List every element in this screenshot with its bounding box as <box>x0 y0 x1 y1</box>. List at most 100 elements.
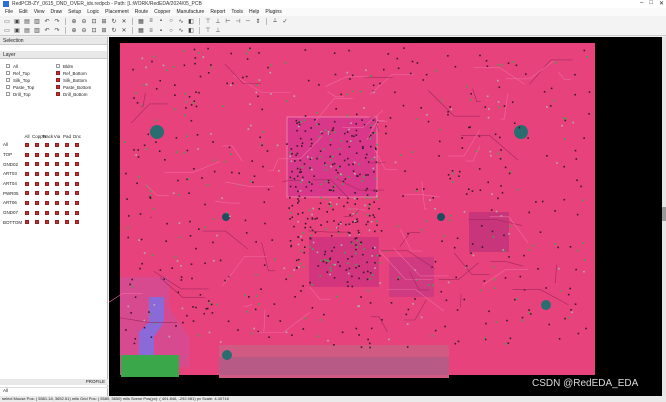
layer-table-column[interactable]: Track <box>42 134 53 139</box>
layer-visibility-checkbox[interactable] <box>72 142 82 147</box>
menu-plugins[interactable]: Plugins <box>262 9 284 15</box>
layer-visibility-checkbox[interactable] <box>22 210 32 215</box>
polygon-icon[interactable]: ↶ <box>43 27 51 34</box>
via-icon[interactable]: ○ <box>167 18 175 25</box>
arc-icon[interactable]: ▣ <box>13 27 21 34</box>
measure-icon[interactable]: ⟂ <box>271 18 279 25</box>
minimize-button[interactable]: – <box>640 0 643 7</box>
layer-table-row[interactable]: TOP <box>0 150 108 160</box>
delete-icon[interactable]: ✕ <box>120 18 128 25</box>
layer-visibility-checkbox[interactable] <box>32 152 42 157</box>
layer-visibility-checkbox[interactable] <box>52 200 62 205</box>
undo-icon[interactable]: ↶ <box>43 18 51 25</box>
layer-checkbox[interactable] <box>6 64 10 68</box>
layer-visibility-checkbox[interactable] <box>32 191 42 196</box>
layer-table-column[interactable]: Dnc <box>72 134 82 139</box>
pcb-board-view[interactable] <box>109 37 662 396</box>
eye-icon[interactable]: ▪ <box>157 27 165 34</box>
layer-visibility-checkbox[interactable] <box>72 200 82 205</box>
layer-checkbox[interactable] <box>56 78 60 82</box>
layer-checkbox[interactable] <box>6 85 10 89</box>
close-button[interactable]: ✕ <box>659 0 664 7</box>
copy-icon[interactable]: ✕ <box>120 27 128 34</box>
maximize-button[interactable]: □ <box>649 0 653 7</box>
array-icon[interactable]: ≡ <box>147 27 155 34</box>
layer-visibility-checkbox[interactable] <box>62 200 72 205</box>
layer-visibility-checkbox[interactable] <box>32 210 42 215</box>
align-right-icon[interactable]: ⊥ <box>214 18 222 25</box>
layer-visibility-checkbox[interactable] <box>42 191 52 196</box>
rect-icon[interactable]: ▤ <box>23 27 31 34</box>
new-icon[interactable]: ▭ <box>3 18 11 25</box>
3d-icon[interactable]: ⊥ <box>214 27 222 34</box>
menu-placement[interactable]: Placement <box>102 9 132 15</box>
drc-icon[interactable]: ✓ <box>281 18 289 25</box>
layer-visibility-checkbox[interactable] <box>62 220 72 225</box>
zoom-fit-icon[interactable]: ⊡ <box>90 18 98 25</box>
layer-visibility-checkbox[interactable] <box>32 171 42 176</box>
zoom-area-icon[interactable]: ⊞ <box>100 18 108 25</box>
layer-visibility-checkbox[interactable] <box>52 152 62 157</box>
layer-visibility-checkbox[interactable] <box>32 220 42 225</box>
layer-checkbox[interactable] <box>56 71 60 75</box>
layer-table-column[interactable]: Pad <box>62 134 72 139</box>
layer-checkbox[interactable] <box>56 92 60 96</box>
menu-edit[interactable]: Edit <box>16 9 31 15</box>
dim-icon[interactable]: ⊤ <box>204 27 212 34</box>
menu-report[interactable]: Report <box>207 9 228 15</box>
layer-item[interactable]: Paste_Top <box>6 84 56 90</box>
layer-visibility-checkbox[interactable] <box>62 181 72 186</box>
rotate-icon[interactable]: ⊞ <box>100 27 108 34</box>
layer-table-row[interactable]: ART04 <box>0 179 108 189</box>
layer-table-row[interactable]: BOTTOM <box>0 218 108 228</box>
mirror-icon[interactable]: ↻ <box>110 27 118 34</box>
layer-checkbox[interactable] <box>56 85 60 89</box>
layer-visibility-checkbox[interactable] <box>32 162 42 167</box>
menu-view[interactable]: View <box>31 9 48 15</box>
layer-visibility-checkbox[interactable] <box>22 162 32 167</box>
align-bottom-icon[interactable]: ⊣ <box>234 18 242 25</box>
move-icon[interactable]: ⊡ <box>90 27 98 34</box>
layer-visibility-checkbox[interactable] <box>72 220 82 225</box>
print-icon[interactable]: ▥ <box>33 18 41 25</box>
menu-route[interactable]: Route <box>132 9 151 15</box>
layer-visibility-checkbox[interactable] <box>42 162 52 167</box>
layer-item[interactable]: Ref_Bottom <box>56 70 106 76</box>
pcb-canvas[interactable]: CSDN @RedEDA_EDA <box>109 37 662 396</box>
menu-help[interactable]: Help <box>246 9 262 15</box>
line-icon[interactable]: ▭ <box>3 27 11 34</box>
layer-visibility-checkbox[interactable] <box>52 220 62 225</box>
pad-icon[interactable]: ▪ <box>157 18 165 25</box>
zoom-in-icon[interactable]: ⊕ <box>70 18 78 25</box>
layer-table-row[interactable]: PWR05 <box>0 188 108 198</box>
dimension-icon[interactable]: ⊕ <box>70 27 78 34</box>
copper-icon[interactable]: ◧ <box>187 18 195 25</box>
layer-visibility-checkbox[interactable] <box>42 210 52 215</box>
distribute-h-icon[interactable]: ⇔ <box>244 18 252 25</box>
grid-icon[interactable]: ▦ <box>137 18 145 25</box>
layer-table-row[interactable]: All <box>0 140 108 150</box>
layer-visibility-checkbox[interactable] <box>42 181 52 186</box>
menu-tools[interactable]: Tools <box>228 9 246 15</box>
layer-item[interactable]: Ref_Top <box>6 70 56 76</box>
layer-visibility-checkbox[interactable] <box>22 171 32 176</box>
layer-visibility-checkbox[interactable] <box>72 152 82 157</box>
layer-item[interactable]: Paste_Bottom <box>56 84 106 90</box>
layer-visibility-checkbox[interactable] <box>72 162 82 167</box>
refresh-icon[interactable]: ↻ <box>110 18 118 25</box>
layer-visibility-checkbox[interactable] <box>52 191 62 196</box>
layer-item[interactable]: Drill_Bottom <box>56 91 106 97</box>
layer-visibility-checkbox[interactable] <box>52 210 62 215</box>
redo-icon[interactable]: ↷ <box>53 18 61 25</box>
layer-visibility-checkbox[interactable] <box>62 210 72 215</box>
layer-checkbox[interactable] <box>6 92 10 96</box>
menu-file[interactable]: File <box>2 9 16 15</box>
layer-visibility-checkbox[interactable] <box>62 152 72 157</box>
layer-visibility-checkbox[interactable] <box>22 142 32 147</box>
layer-item[interactable]: Silk_Bottom <box>56 77 106 83</box>
distribute-v-icon[interactable]: ⇕ <box>254 18 262 25</box>
layer-visibility-checkbox[interactable] <box>62 162 72 167</box>
layer-visibility-checkbox[interactable] <box>72 171 82 176</box>
layer-visibility-checkbox[interactable] <box>42 142 52 147</box>
menu-manufacture[interactable]: Manufacture <box>174 9 208 15</box>
